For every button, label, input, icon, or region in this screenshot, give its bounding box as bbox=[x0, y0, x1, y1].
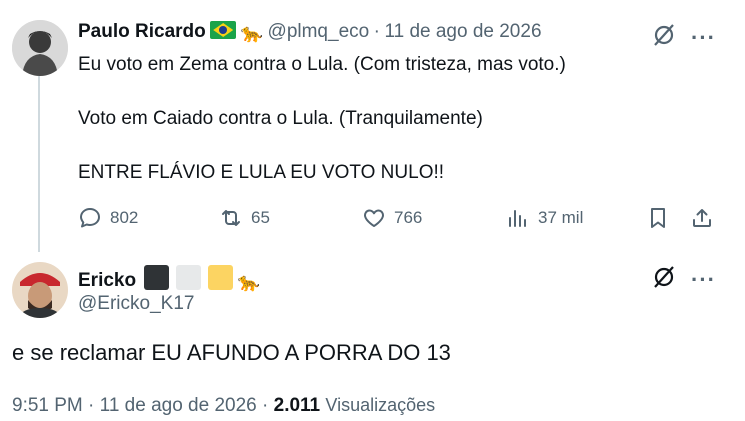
reply-count: 802 bbox=[110, 208, 139, 227]
thread-connector-line bbox=[38, 76, 40, 252]
tweet-date[interactable]: 11 de ago de 2026 bbox=[100, 395, 257, 416]
reply-icon bbox=[80, 208, 100, 228]
repost-button[interactable]: 65 bbox=[219, 206, 270, 230]
grok-icon[interactable] bbox=[651, 264, 677, 295]
tweet1-line-1: Eu voto em Zema contra o Lula. (Com tris… bbox=[78, 54, 566, 75]
author-name[interactable]: Ericko bbox=[78, 270, 136, 291]
tweet1-line-2: Voto em Caiado contra o Lula. (Tranquila… bbox=[78, 108, 483, 129]
leopard-emoji: 🐆 bbox=[240, 23, 264, 43]
author-handle[interactable]: @Ericko_K17 bbox=[78, 293, 194, 315]
avatar-image bbox=[12, 20, 68, 76]
like-count: 766 bbox=[394, 208, 423, 227]
views-count[interactable]: 2.011 bbox=[274, 395, 321, 416]
light-square-emoji bbox=[176, 265, 201, 290]
tweet-time[interactable]: 9:51 PM bbox=[12, 395, 83, 416]
bookmark-icon bbox=[651, 208, 665, 228]
tweet2-footer: 9:51 PM · 11 de ago de 2026 · 2.011 Visu… bbox=[12, 395, 435, 417]
heart-icon bbox=[364, 209, 384, 227]
avatar-paulo-ricardo[interactable] bbox=[12, 20, 68, 76]
tweet1-line-3: ENTRE FLÁVIO E LULA EU VOTO NULO!! bbox=[78, 162, 445, 183]
separator-dot: · bbox=[88, 395, 95, 416]
share-icon bbox=[693, 209, 711, 227]
grok-icon[interactable] bbox=[651, 22, 677, 53]
author-handle[interactable]: @plmq_eco bbox=[268, 21, 370, 42]
author-name[interactable]: Paulo Ricardo bbox=[78, 21, 206, 42]
reply-button[interactable]: 802 bbox=[78, 206, 138, 230]
brazil-flag-icon bbox=[210, 21, 237, 39]
tweet-date[interactable]: 11 de ago de 2026 bbox=[384, 21, 541, 42]
tweet1-header: Paulo Ricardo 🐆 @plmq_eco · 11 de ago de… bbox=[78, 21, 542, 44]
separator-dot: · bbox=[373, 21, 380, 42]
yellow-square-emoji bbox=[208, 265, 234, 290]
analytics-icon bbox=[509, 210, 526, 227]
repost-icon bbox=[222, 210, 240, 226]
repost-count: 65 bbox=[251, 208, 270, 227]
separator-dot: · bbox=[262, 395, 269, 416]
more-options-button[interactable]: ··· bbox=[691, 27, 716, 49]
views-label: Visualizações bbox=[325, 395, 436, 415]
bookmark-button[interactable] bbox=[646, 206, 670, 230]
avatar-image bbox=[12, 262, 68, 318]
leopard-emoji: 🐆 bbox=[237, 272, 261, 292]
dark-square-emoji bbox=[143, 265, 169, 290]
share-button[interactable] bbox=[690, 206, 714, 230]
avatar-ericko[interactable] bbox=[12, 262, 68, 318]
tweet2-header: Ericko 🐆 bbox=[78, 265, 260, 293]
more-options-button[interactable]: ··· bbox=[691, 269, 716, 291]
views-button[interactable]: 37 mil bbox=[506, 206, 583, 230]
like-button[interactable]: 766 bbox=[362, 206, 422, 230]
views-count: 37 mil bbox=[538, 208, 584, 227]
tweet2-text: e se reclamar EU AFUNDO A PORRA DO 13 bbox=[12, 340, 451, 365]
